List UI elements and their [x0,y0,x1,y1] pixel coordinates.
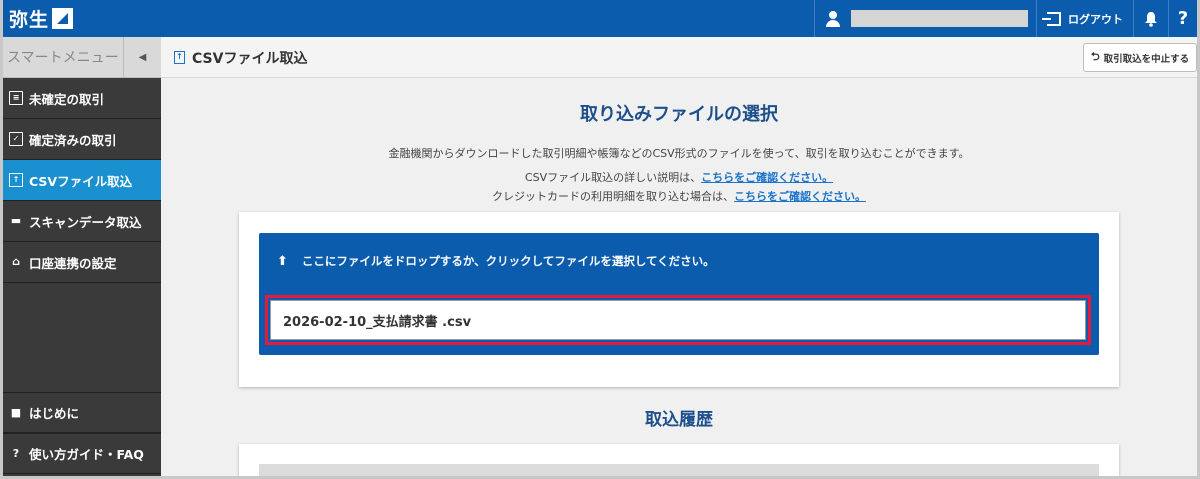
triangle-left-icon: ◀ [138,51,147,63]
sidebar-item-unconfirmed[interactable]: ≡ 未確定の取引 [3,78,161,119]
bank-icon: ⌂ [12,255,20,268]
app-window: 弥生 ログアウト ? スマートメニュー ◀ ≡ 未確定の取引 ✓ 確定済みの取引… [0,0,1200,479]
section-title: 取り込みファイルの選択 [580,104,778,125]
description-text: 金融機関からダウンロードした取引明細や帳簿などのCSV形式のファイルを使って、取… [388,147,970,160]
logout-icon [1042,11,1061,26]
user-menu[interactable] [815,0,1036,37]
sidebar-item-label: はじめに [29,406,80,421]
question-circle-icon: ? [12,446,20,460]
sidebar-item-confirmed[interactable]: ✓ 確定済みの取引 [3,119,161,160]
sidebar-item-scan-import[interactable]: ▬ スキャンデータ取込 [3,201,161,242]
logout-label: ログアウト [1068,12,1123,26]
page-header-bar: ↑ CSVファイル取込 ⮌ 取引取込を中止する [161,37,1197,78]
checked-document-icon: ✓ [9,132,23,146]
page-title: ↑ CSVファイル取込 [174,37,307,78]
selected-file-field[interactable]: 2026-02-10_支払請求書 .csv [270,300,1086,340]
detail-help-line: CSVファイル取込の詳しい説明は、こちらをご確認ください。 [161,169,1197,185]
file-select-card: ⬆ ここにファイルをドロップするか、クリックしてファイルを選択してください。 2… [239,212,1119,387]
logo-text: 弥生 [9,9,50,31]
cancel-import-label: 取引取込を中止する [1103,53,1190,65]
sidebar-item-label: 未確定の取引 [29,91,105,107]
scanner-icon: ▬ [10,214,22,227]
selected-file-highlight: 2026-02-10_支払請求書 .csv [265,295,1091,345]
upload-arrow-icon: ⬆ [277,253,288,269]
credit-help-prefix: クレジットカードの利用明細を取り込む場合は、 [492,190,734,203]
sidebar-bottom: ■ はじめに ? 使い方ガイド・FAQ [3,392,161,474]
import-history-table-header [259,464,1099,476]
file-drop-zone[interactable]: ⬆ ここにファイルをドロップするか、クリックしてファイルを選択してください。 2… [259,233,1099,355]
user-name-redacted [851,10,1028,27]
logo-mark-icon [52,8,74,29]
header-right: ログアウト ? [814,0,1197,37]
cancel-import-button[interactable]: ⮌ 取引取込を中止する [1083,43,1197,72]
smart-menu-sidebar: スマートメニュー ◀ ≡ 未確定の取引 ✓ 確定済みの取引 ↑ CSVファイル取… [3,36,161,476]
sidebar-item-label: 使い方ガイド・FAQ [29,447,144,462]
help-button[interactable]: ? [1169,0,1197,37]
sidebar-title: スマートメニュー [7,50,119,66]
drop-message: ⬆ ここにファイルをドロップするか、クリックしてファイルを選択してください。 [277,253,715,269]
notification-bell-icon[interactable] [1134,0,1168,37]
page-title-text: CSVファイル取込 [192,50,308,67]
sidebar-item-label: スキャンデータ取込 [29,214,142,230]
sidebar-item-label: 確定済みの取引 [29,132,117,148]
sidebar-item-label: CSVファイル取込 [29,173,133,189]
detail-help-link[interactable]: こちらをご確認ください。 [701,171,833,184]
selected-file-name: 2026-02-10_支払請求書 .csv [283,314,472,330]
detail-help-prefix: CSVファイル取込の詳しい説明は、 [524,171,702,184]
sidebar-header: スマートメニュー ◀ [3,36,161,78]
top-header: 弥生 ログアウト ? [3,0,1197,37]
collapse-sidebar-button[interactable]: ◀ [123,36,161,78]
return-arrow-icon: ⮌ [1090,50,1100,63]
yayoi-logo[interactable]: 弥生 [9,5,74,32]
logout-button[interactable]: ログアウト [1037,0,1133,37]
document-list-icon: ≡ [9,91,23,105]
sidebar-item-label: 口座連携の設定 [29,255,117,271]
file-upload-icon: ↑ [174,51,185,64]
import-history-card [239,444,1119,476]
sidebar-item-account-link[interactable]: ⌂ 口座連携の設定 [3,242,161,283]
credit-help-line: クレジットカードの利用明細を取り込む場合は、こちらをご確認ください。 [161,188,1197,204]
help-icon: ? [1177,8,1189,29]
user-icon [825,10,841,27]
sidebar-item-csv-import[interactable]: ↑ CSVファイル取込 [3,160,161,201]
credit-help-link[interactable]: こちらをご確認ください。 [734,190,866,203]
sidebar-item-getting-started[interactable]: ■ はじめに [3,392,161,433]
sidebar-item-guide-faq[interactable]: ? 使い方ガイド・FAQ [3,433,161,474]
import-history-title: 取込履歴 [645,410,713,430]
main-content: 取り込みファイルの選択 金融機関からダウンロードした取引明細や帳簿などのCSV形… [161,78,1197,476]
file-upload-icon: ↑ [9,173,23,187]
drop-message-text: ここにファイルをドロップするか、クリックしてファイルを選択してください。 [301,254,715,268]
book-icon: ■ [10,405,22,419]
